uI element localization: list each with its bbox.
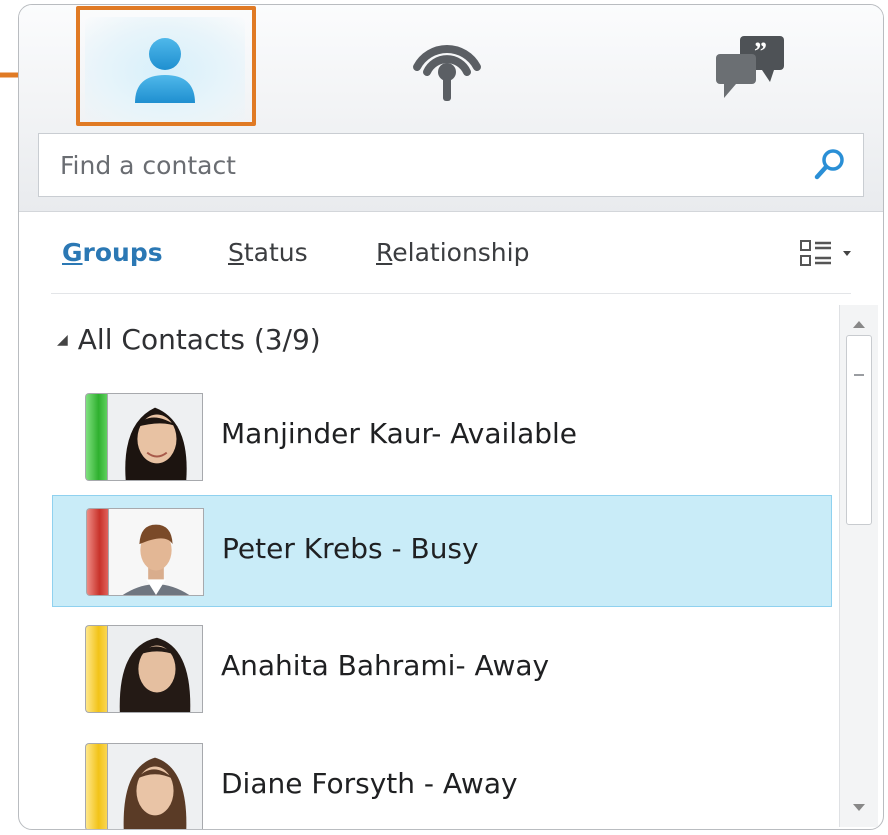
group-header-all-contacts[interactable]: ◢ All Contacts (3/9) [57,323,321,356]
conversations-tab[interactable]: ” [663,5,839,129]
contact-list: ◢ All Contacts (3/9) Manjinder Kaur- Ava… [19,305,839,829]
activity-feed-tab[interactable] [359,5,535,129]
scroll-down-arrow-icon[interactable] [848,797,870,819]
contact-name: Manjinder Kaur- Available [221,417,578,450]
search-input[interactable] [39,133,809,197]
wireless-signal-icon [413,45,481,101]
contact-row[interactable]: Anahita Bahrami- Away [52,613,832,725]
presence-bar-busy [86,508,108,596]
contact-row-selected[interactable]: Peter Krebs - Busy [52,495,832,607]
presence-bar-away [85,743,107,829]
presence-bar-away [85,625,107,713]
scroll-up-arrow-icon[interactable] [848,313,870,335]
avatar [107,625,203,713]
view-tabs: Groups Status Relationship [19,211,883,293]
avatar [107,743,203,829]
avatar [108,508,204,596]
search-icon[interactable] [809,145,849,185]
tab-relationship[interactable]: Relationship [376,238,529,267]
contact-row[interactable]: Diane Forsyth - Away [52,731,832,829]
vertical-scrollbar[interactable] [839,305,878,827]
contact-row[interactable]: Manjinder Kaur- Available [52,381,832,493]
collapse-triangle-icon[interactable]: ◢ [57,332,68,348]
list-layout-icon[interactable] [797,235,861,271]
presence-bar-available [85,393,107,481]
highlight-box [76,6,256,126]
divider [51,293,851,294]
contact-name: Anahita Bahrami- Away [221,649,550,682]
contact-name: Diane Forsyth - Away [221,767,518,800]
tab-status[interactable]: Status [228,238,308,267]
search-box[interactable] [38,133,864,197]
lync-contacts-window: ” Groups Status Relationship [18,4,884,830]
avatar [107,393,203,481]
chat-bubbles-icon: ” [716,36,784,98]
tab-groups[interactable]: Groups [62,238,163,267]
contact-name: Peter Krebs - Busy [222,532,479,565]
scrollbar-thumb[interactable] [846,335,872,525]
